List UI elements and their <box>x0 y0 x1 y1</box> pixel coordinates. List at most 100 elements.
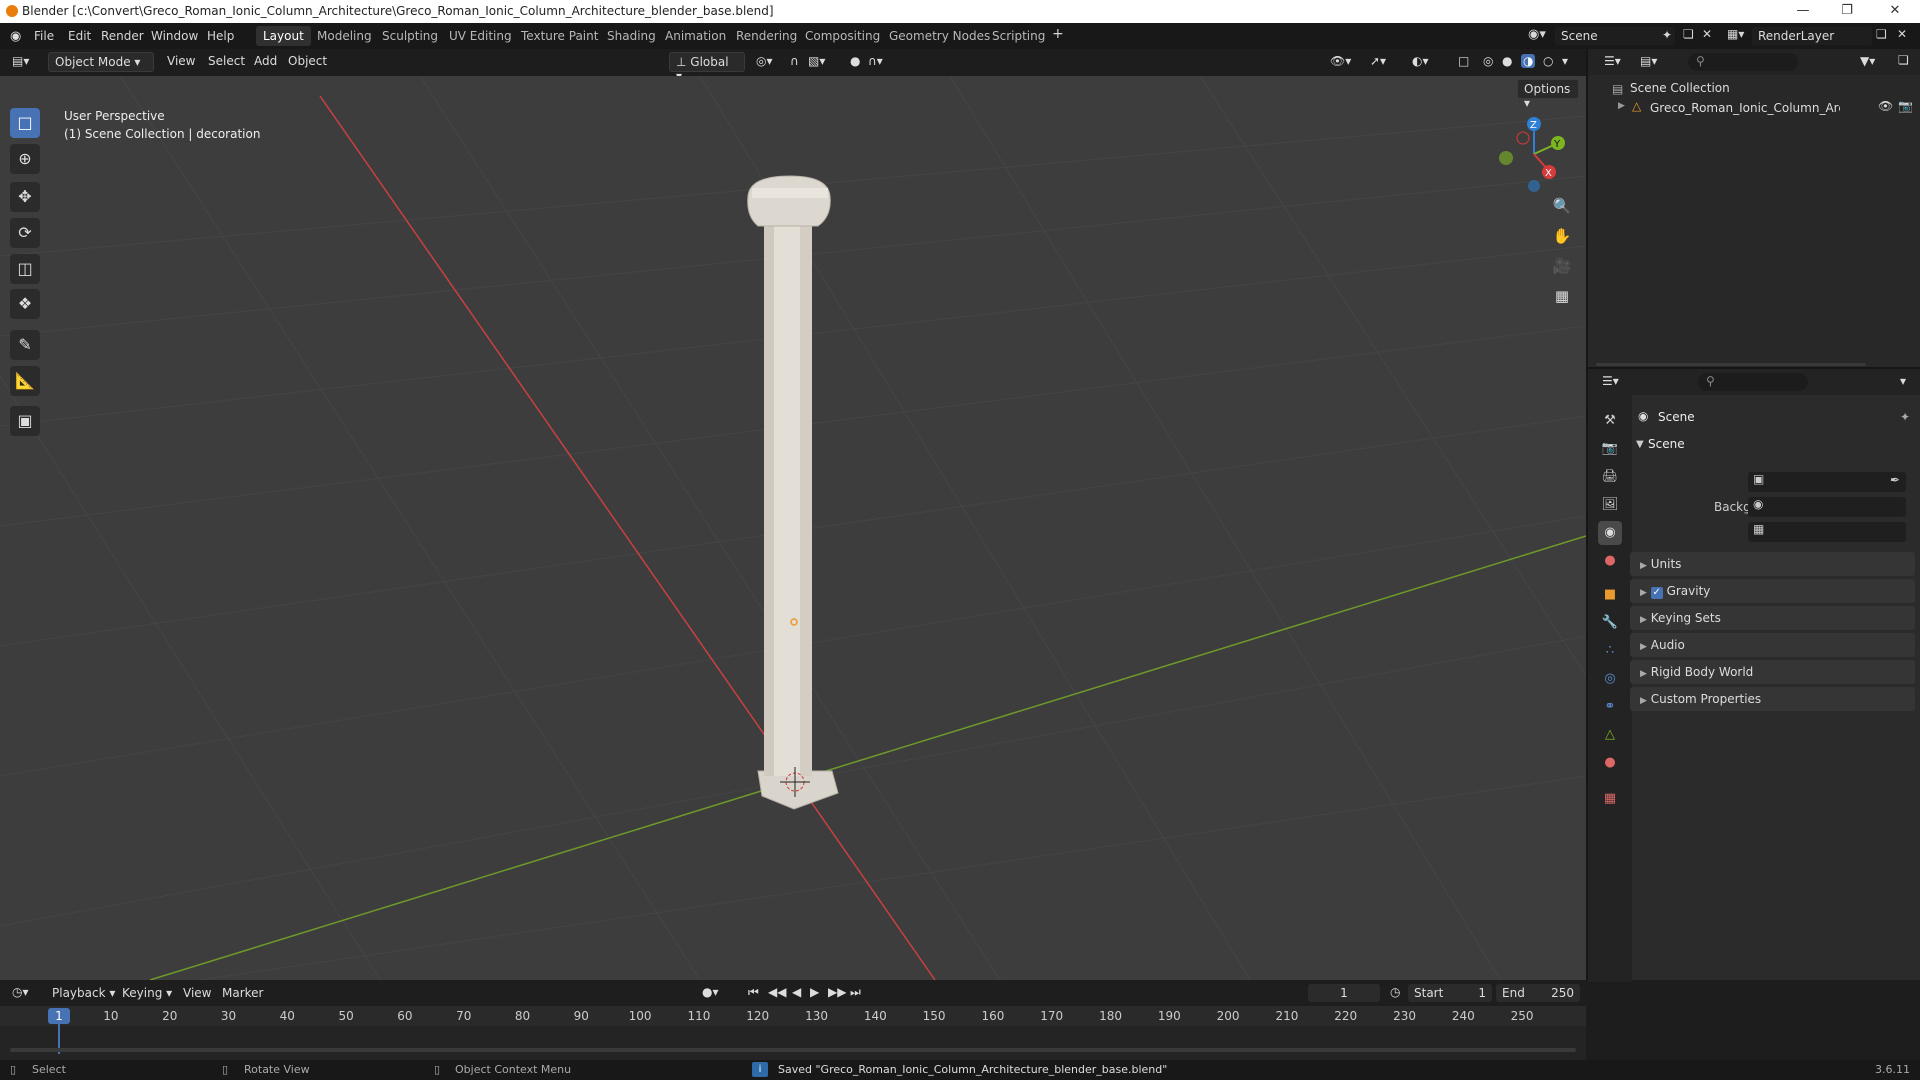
tab-geometry-nodes[interactable]: Geometry Nodes <box>882 26 997 46</box>
jump-end-icon[interactable]: ⏭ <box>850 985 861 1000</box>
eye-icon[interactable]: 👁 <box>1878 99 1893 113</box>
menu-edit[interactable]: Edit <box>68 29 91 43</box>
current-frame-field[interactable]: 1 <box>1308 984 1380 1002</box>
tab-scripting[interactable]: Scripting <box>985 26 1052 46</box>
prev-keyframe-icon[interactable]: ◀◀ <box>768 985 786 999</box>
view-layer-icon[interactable]: ▦▾ <box>1727 27 1744 41</box>
panel-custom-properties[interactable]: ▶ Custom Properties <box>1630 687 1915 711</box>
tab-texture-paint[interactable]: Texture Paint <box>514 26 605 46</box>
renderlayer-field[interactable]: RenderLayer <box>1752 27 1872 45</box>
select-box-tool[interactable]: □ <box>10 108 40 138</box>
properties-editor-icon[interactable]: ☰▾ <box>1602 374 1619 388</box>
material-tab-icon[interactable]: ● <box>1598 751 1622 775</box>
modifier-tab-icon[interactable]: 🔧 <box>1598 611 1622 635</box>
panel-keying-sets[interactable]: ▶ Keying Sets <box>1630 606 1915 630</box>
physics-tab-icon[interactable]: ◎ <box>1598 667 1622 691</box>
pin-icon[interactable]: ✦ <box>1662 28 1672 42</box>
output-tab-icon[interactable]: 🖨 <box>1598 465 1622 489</box>
camera-field[interactable]: ▣ <box>1748 472 1906 492</box>
constraints-tab-icon[interactable]: ⚭ <box>1598 695 1622 719</box>
add-workspace-icon[interactable]: + <box>1052 26 1064 42</box>
outliner-item[interactable]: Greco_Roman_Ionic_Column_Architectu <box>1650 101 1840 115</box>
gravity-checkbox[interactable]: ✓ <box>1650 587 1663 599</box>
panel-gravity[interactable]: ▶ ✓ Gravity <box>1630 579 1915 603</box>
navigation-gizmo[interactable]: Z Y X <box>1494 114 1574 194</box>
tool-tab-icon[interactable]: ⚒ <box>1598 409 1622 433</box>
object-tab-icon[interactable]: ■ <box>1598 583 1622 607</box>
ortho-toggle-icon[interactable]: ▦ <box>1549 283 1575 309</box>
menu-window[interactable]: Window <box>151 29 198 43</box>
gizmo-toggle-icon[interactable]: ➚▾ <box>1370 54 1386 68</box>
falloff-icon[interactable]: ∩▾ <box>868 54 883 68</box>
next-keyframe-icon[interactable]: ▶▶ <box>828 985 846 999</box>
outliner-scrollbar[interactable] <box>1596 363 1866 366</box>
scene-icon[interactable]: ◉▾ <box>1528 27 1546 42</box>
visibility-icon[interactable]: 👁▾ <box>1330 54 1351 68</box>
tab-uv-editing[interactable]: UV Editing <box>442 26 519 46</box>
new-collection-icon[interactable]: ❏ <box>1898 53 1909 67</box>
scene-tab-icon[interactable]: ◉ <box>1598 521 1622 545</box>
outliner-editor-icon[interactable]: ☰▾ <box>1604 54 1621 68</box>
material-shading-icon[interactable]: ◑ <box>1521 54 1536 68</box>
playhead[interactable]: 1 <box>48 1008 70 1024</box>
menu-render[interactable]: Render <box>101 29 144 43</box>
render-camera-icon[interactable]: 📷 <box>1898 99 1913 113</box>
restore-icon[interactable]: ❐ <box>1832 2 1862 20</box>
menu-playback[interactable]: Playback ▾ <box>52 986 115 1000</box>
ionic-column-model[interactable] <box>747 175 839 810</box>
rendered-shading-icon[interactable]: ○ <box>1543 54 1553 68</box>
transform-tool[interactable]: ❖ <box>10 289 40 319</box>
zoom-icon[interactable]: 🔍 <box>1549 193 1575 219</box>
editor-type-icon[interactable]: ▤▾ <box>12 54 29 68</box>
3d-viewport[interactable]: User Perspective (1) Scene Collection | … <box>0 76 1586 980</box>
menu-file[interactable]: File <box>34 29 54 43</box>
background-scene-field[interactable]: ◉ <box>1748 497 1906 517</box>
snap-target-icon[interactable]: ▧▾ <box>808 54 825 68</box>
shading-options-icon[interactable]: ▾ <box>1562 54 1568 68</box>
eyedropper-icon[interactable]: ✒ <box>1890 473 1900 487</box>
cursor-tool[interactable]: ⊕ <box>10 144 40 174</box>
pivot-icon[interactable]: ◎▾ <box>756 54 773 68</box>
menu-help[interactable]: Help <box>207 29 234 43</box>
start-frame-field[interactable]: Start 1 <box>1408 984 1492 1002</box>
add-cube-tool[interactable]: ▣ <box>10 406 40 436</box>
menu-object[interactable]: Object <box>288 54 327 68</box>
section-collapse-icon[interactable]: ▼ <box>1636 439 1644 450</box>
remove-scene-icon[interactable]: ✕ <box>1702 27 1712 41</box>
panel-units[interactable]: ▶ Units <box>1630 552 1915 576</box>
pan-hand-icon[interactable]: ✋ <box>1549 223 1575 249</box>
texture-tab-icon[interactable]: ▦ <box>1598 787 1622 811</box>
properties-search-icon[interactable]: ⚲ <box>1698 373 1808 391</box>
snap-icon[interactable]: ∩ <box>790 54 799 68</box>
overlays-icon[interactable]: ◐▾ <box>1412 54 1429 68</box>
tab-sculpting[interactable]: Sculpting <box>375 26 445 46</box>
properties-options-icon[interactable]: ▾ <box>1900 374 1906 388</box>
new-layer-icon[interactable]: ❏ <box>1876 27 1887 41</box>
outliner-root[interactable]: Scene Collection <box>1630 81 1730 95</box>
tab-layout[interactable]: Layout <box>256 26 311 46</box>
tab-rendering[interactable]: Rendering <box>729 26 804 46</box>
close-icon[interactable]: ✕ <box>1880 2 1910 20</box>
rotate-tool[interactable]: ⟳ <box>10 218 40 248</box>
preview-range-icon[interactable]: ◷ <box>1390 985 1400 999</box>
timeline-ruler[interactable]: 10 20 30 40 50 60 70 80 90 100 110 120 130 140 150 160 1… <box>0 1006 1586 1026</box>
tab-animation[interactable]: Animation <box>658 26 733 46</box>
menu-select[interactable]: Select <box>208 54 245 68</box>
annotate-tool[interactable]: ✎ <box>10 330 40 360</box>
view-layer-tab-icon[interactable]: 🖼 <box>1598 493 1622 517</box>
end-frame-field[interactable]: End 250 <box>1496 984 1580 1002</box>
scene-section-title[interactable]: Scene <box>1648 437 1685 451</box>
active-clip-field[interactable]: ▦ <box>1748 522 1906 542</box>
render-tab-icon[interactable]: 📷 <box>1598 437 1622 461</box>
tab-compositing[interactable]: Compositing <box>798 26 887 46</box>
panel-audio[interactable]: ▶ Audio <box>1630 633 1915 657</box>
scene-field[interactable]: Scene <box>1555 27 1675 45</box>
expand-chevron-icon[interactable]: ▶ <box>1618 101 1625 111</box>
mode-dropdown[interactable]: Object Mode ▾ <box>48 52 154 72</box>
menu-add[interactable]: Add <box>254 54 277 68</box>
menu-timeline-view[interactable]: View <box>183 986 211 1000</box>
play-reverse-icon[interactable]: ◀ <box>792 985 801 999</box>
menu-keying[interactable]: Keying ▾ <box>122 986 172 1000</box>
proportional-icon[interactable]: ● <box>850 54 860 68</box>
options-dropdown[interactable]: Options ▾ <box>1517 79 1579 110</box>
